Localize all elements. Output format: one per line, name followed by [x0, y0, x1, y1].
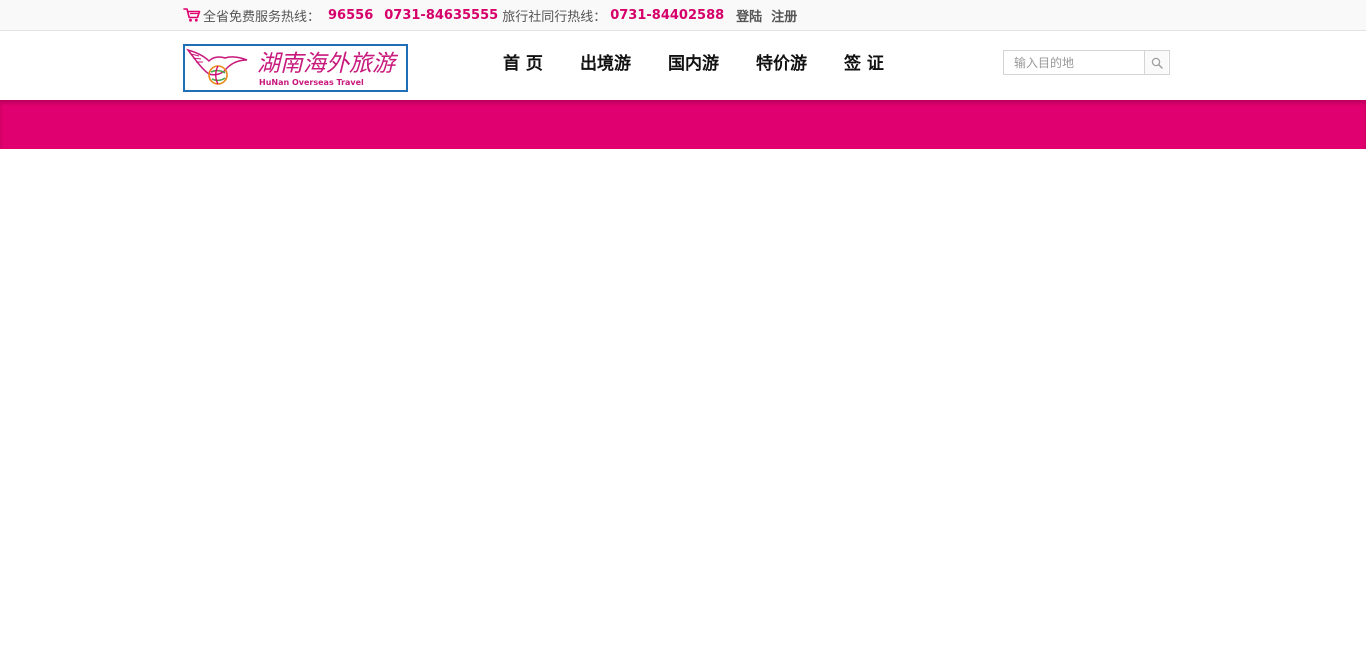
hotline-label: 全省免费服务热线：	[203, 9, 321, 25]
destination-search	[1003, 50, 1170, 75]
nav-item-visa[interactable]: 签 证	[844, 53, 884, 75]
hotline-number-1: 96556	[328, 7, 374, 23]
top-bar: 全省免费服务热线： 96556 0731-84635555 旅行社同行热线： 0…	[0, 0, 1366, 31]
hotline-strip: 全省免费服务热线： 96556 0731-84635555 旅行社同行热线： 0…	[183, 0, 797, 30]
site-header: 湖南海外旅游 HuNan Overseas Travel 首 页 出境游 国内游…	[0, 31, 1366, 100]
register-link[interactable]: 注册	[771, 6, 797, 25]
hotline-number-2: 0731-84635555	[384, 7, 499, 23]
shopping-cart-icon[interactable]	[183, 7, 201, 23]
logo-text-cn: 湖南海外旅游	[257, 51, 395, 77]
nav-item-outbound[interactable]: 出境游	[580, 53, 631, 75]
logo-text-en: HuNan Overseas Travel	[259, 78, 364, 87]
agency-hotline-number: 0731-84402588	[610, 7, 725, 23]
banner-band	[0, 100, 1366, 149]
nav-item-domestic[interactable]: 国内游	[668, 53, 719, 75]
site-logo[interactable]: 湖南海外旅游 HuNan Overseas Travel	[183, 44, 408, 92]
nav-item-special-offers[interactable]: 特价游	[756, 53, 807, 75]
destination-search-input[interactable]	[1004, 51, 1144, 74]
search-icon	[1151, 57, 1163, 69]
agency-hotline-label: 旅行社同行热线：	[502, 9, 607, 25]
login-link[interactable]: 登陆	[736, 6, 762, 25]
nav-item-home[interactable]: 首 页	[503, 53, 543, 75]
search-button[interactable]	[1144, 51, 1168, 74]
main-content	[0, 149, 1366, 645]
